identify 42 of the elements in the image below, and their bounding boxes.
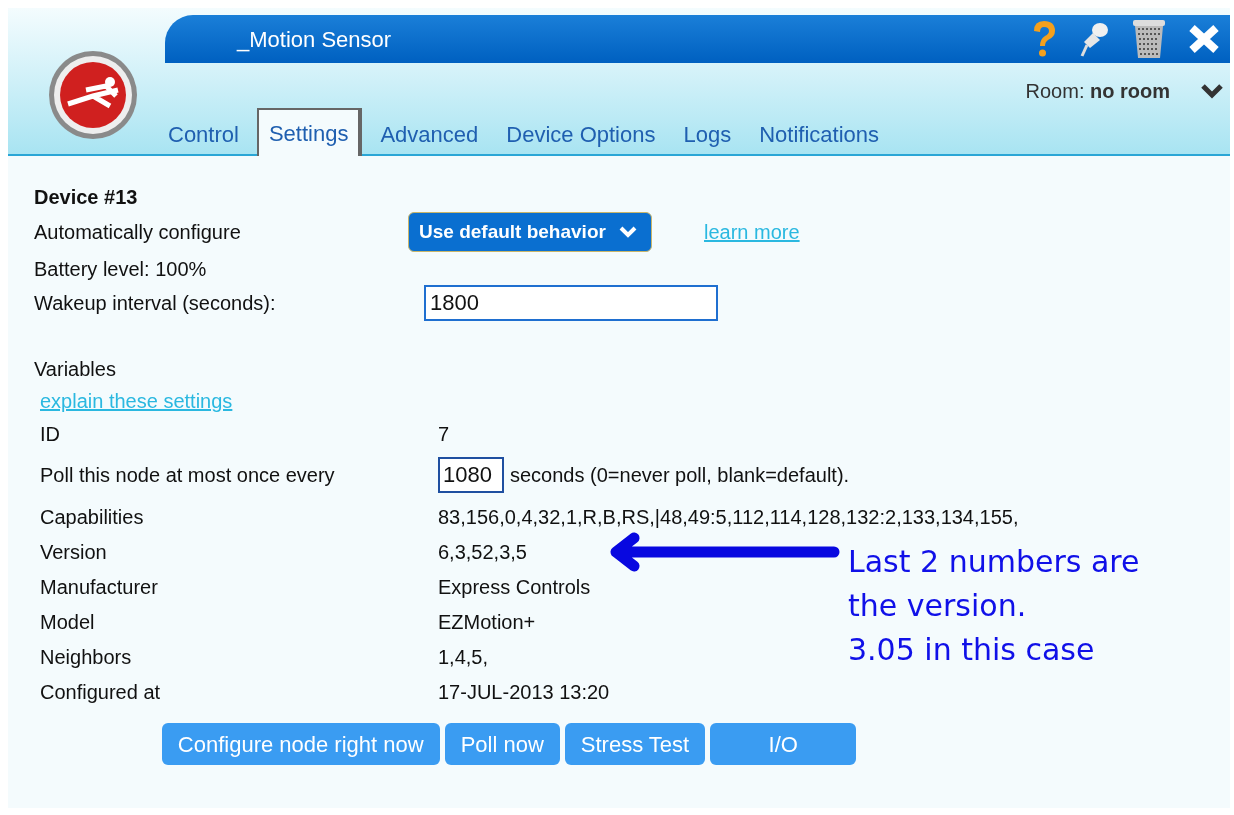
field-value: 83,156,0,4,32,1,R,B,RS,|48,49:5,112,114,128,132:2,133,134,155, xyxy=(438,504,1019,530)
input-field[interactable]: 1800 xyxy=(424,285,718,321)
action-button[interactable]: Stress Test xyxy=(564,723,706,765)
field-label: Model xyxy=(40,609,96,635)
field-label: Automatically configure xyxy=(34,220,242,245)
room-value[interactable]: no room xyxy=(1090,80,1170,102)
field-value: 17-JUL-2013 13:20 xyxy=(438,679,610,705)
tab[interactable]: Device Options xyxy=(496,112,666,156)
close-icon[interactable] xyxy=(1188,24,1220,54)
dropdown[interactable]: Use default behavior xyxy=(408,212,652,252)
section-heading: Variables xyxy=(34,357,117,382)
field-label: ID xyxy=(40,421,61,447)
field-label: Configured at xyxy=(40,679,162,705)
field-value: EZMotion+ xyxy=(438,609,536,635)
chevron-down-icon xyxy=(619,226,637,238)
tab[interactable]: Settings xyxy=(256,108,363,156)
field-label: Manufacturer xyxy=(40,574,159,600)
field-label: Capabilities xyxy=(40,504,145,530)
field-value: 1,4,5, xyxy=(438,644,489,670)
chevron-down-icon[interactable] xyxy=(1200,83,1224,99)
tab[interactable]: Advanced xyxy=(370,112,489,156)
window-title: _Motion Sensor xyxy=(237,25,392,54)
field-label: Version xyxy=(40,539,108,565)
field-value: 7 xyxy=(438,421,450,447)
tab[interactable]: Logs xyxy=(673,112,742,156)
battery-level: Battery level: 100% xyxy=(34,257,208,282)
annotation-text: Last 2 numbers are the version. 3.05 in this case xyxy=(848,543,1140,669)
action-button[interactable]: Poll now xyxy=(444,723,560,765)
field-value: 6,3,52,3,5 xyxy=(438,539,527,565)
tab[interactable]: Control xyxy=(158,112,249,156)
trash-icon[interactable] xyxy=(1132,19,1166,59)
hint-text: seconds (0=never poll, blank=default). xyxy=(510,463,850,488)
field-label: Wakeup interval (seconds): xyxy=(34,291,277,316)
field-label: Neighbors xyxy=(40,644,133,670)
room-label: Room: xyxy=(1025,80,1085,102)
field-value: Express Controls xyxy=(438,574,591,600)
action-button[interactable]: Configure node right now xyxy=(161,723,440,765)
field-label: Poll this node at most once every xyxy=(40,463,336,488)
action-button[interactable]: I/O xyxy=(710,723,857,765)
input-field[interactable]: 1080 xyxy=(438,457,504,493)
tab[interactable]: Notifications xyxy=(749,112,890,156)
device-heading: Device #13 xyxy=(34,185,139,210)
